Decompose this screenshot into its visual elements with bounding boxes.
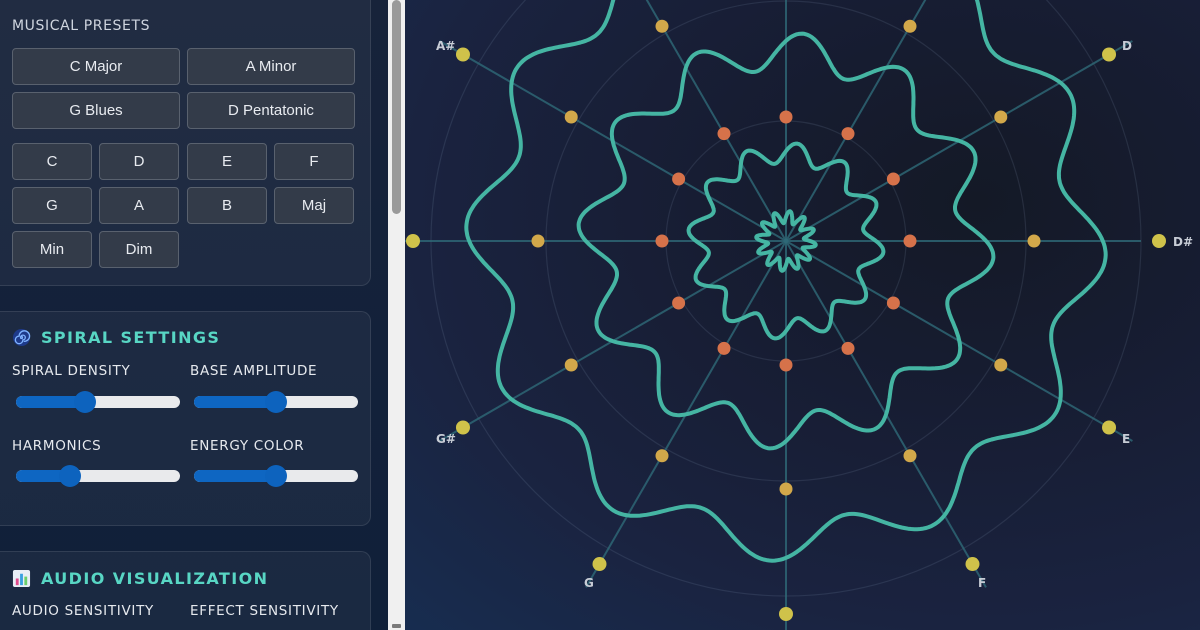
spiral-visualization-canvas[interactable]: D D# E F G G# A# (405, 0, 1200, 630)
note-d-button[interactable]: D (99, 143, 179, 180)
chord-major-button[interactable]: Maj (274, 187, 354, 224)
preset-c-major-button[interactable]: C Major (12, 48, 180, 85)
inner-note-dot (672, 172, 686, 186)
outer-note-dot (406, 234, 420, 248)
inner-note-dot (779, 358, 793, 372)
inner-note-dot (779, 110, 793, 124)
note-label-e: E (1122, 432, 1130, 446)
bar-chart-icon (12, 569, 31, 588)
base-amplitude-slider[interactable] (194, 391, 358, 413)
audio-visualization-header: AUDIO VISUALIZATION (12, 569, 268, 588)
note-labels: D D# E F G G# A# (436, 39, 1193, 590)
note-g-button[interactable]: G (12, 187, 92, 224)
energy-color-label: ENERGY COLOR (190, 438, 305, 454)
note-c-button[interactable]: C (12, 143, 92, 180)
slider-thumb[interactable] (265, 465, 287, 487)
middle-note-dot (1027, 234, 1041, 248)
inner-note-dot (841, 341, 855, 355)
inner-note-dot (886, 296, 900, 310)
outer-note-dot (592, 557, 607, 572)
inner-note-dot (903, 234, 917, 248)
audio-visualization-title: AUDIO VISUALIZATION (41, 569, 269, 588)
radial-spokes (405, 0, 1141, 630)
middle-note-dot (903, 449, 917, 463)
outer-note-dot (1102, 420, 1117, 435)
slider-thumb[interactable] (74, 391, 96, 413)
audio-sensitivity-label: AUDIO SENSITIVITY (12, 603, 154, 619)
middle-note-dot (531, 234, 545, 248)
controls-sidebar: MUSICAL PRESETS C Major A Minor G Blues … (0, 0, 388, 630)
inner-note-dot (717, 341, 731, 355)
chord-diminished-button[interactable]: Dim (99, 231, 179, 268)
preset-d-pentatonic-button[interactable]: D Pentatonic (187, 92, 355, 129)
energy-color-slider[interactable] (194, 465, 358, 487)
outer-note-dot (455, 47, 470, 62)
sidebar-scrollbar[interactable] (388, 0, 405, 630)
middle-note-dot (655, 19, 669, 33)
note-label-a-sharp: A# (436, 39, 455, 53)
inner-note-dot (672, 296, 686, 310)
middle-note-dot (779, 482, 793, 496)
middle-note-dot (655, 449, 669, 463)
spiral-settings-header: SPIRAL SETTINGS (12, 328, 220, 347)
scrollbar-thumb[interactable] (392, 0, 401, 214)
outer-note-dot (779, 607, 793, 621)
slider-thumb[interactable] (265, 391, 287, 413)
inner-note-dot (886, 172, 900, 186)
note-f-button[interactable]: F (274, 143, 354, 180)
note-label-g-sharp: G# (436, 432, 456, 446)
spiral-settings-title: SPIRAL SETTINGS (41, 328, 221, 347)
note-e-button[interactable]: E (187, 143, 267, 180)
outer-note-dot (965, 557, 980, 572)
chord-minor-button[interactable]: Min (12, 231, 92, 268)
slider-fill (194, 470, 276, 482)
note-a-button[interactable]: A (99, 187, 179, 224)
preset-g-blues-button[interactable]: G Blues (12, 92, 180, 129)
harmonics-label: HARMONICS (12, 438, 102, 454)
effect-sensitivity-label: EFFECT SENSITIVITY (190, 603, 339, 619)
note-b-button[interactable]: B (187, 187, 267, 224)
outer-note-dot (1152, 234, 1166, 248)
middle-note-dot (994, 110, 1008, 124)
outer-note-dot (1102, 47, 1117, 62)
note-label-f: F (978, 576, 986, 590)
middle-note-dot (994, 358, 1008, 372)
middle-note-dot (564, 110, 578, 124)
note-label-d: D (1122, 39, 1132, 53)
musical-presets-heading: MUSICAL PRESETS (12, 18, 151, 34)
middle-note-dot (903, 19, 917, 33)
inner-note-dot (655, 234, 669, 248)
spiral-visualization-svg: D D# E F G G# A# (405, 0, 1193, 630)
slider-thumb[interactable] (59, 465, 81, 487)
slider-fill (194, 396, 276, 408)
spiral-density-label: SPIRAL DENSITY (12, 363, 131, 379)
note-label-g: G (584, 576, 594, 590)
inner-note-dot (717, 127, 731, 141)
harmonics-slider[interactable] (16, 465, 180, 487)
outer-note-dot (455, 420, 470, 435)
inner-note-dot (841, 127, 855, 141)
scroll-down-arrow[interactable] (392, 624, 401, 628)
preset-a-minor-button[interactable]: A Minor (187, 48, 355, 85)
note-label-d-sharp: D# (1173, 235, 1193, 249)
middle-note-dot (564, 358, 578, 372)
spiral-density-slider[interactable] (16, 391, 180, 413)
spiral-icon (12, 328, 31, 347)
base-amplitude-label: BASE AMPLITUDE (190, 363, 318, 379)
